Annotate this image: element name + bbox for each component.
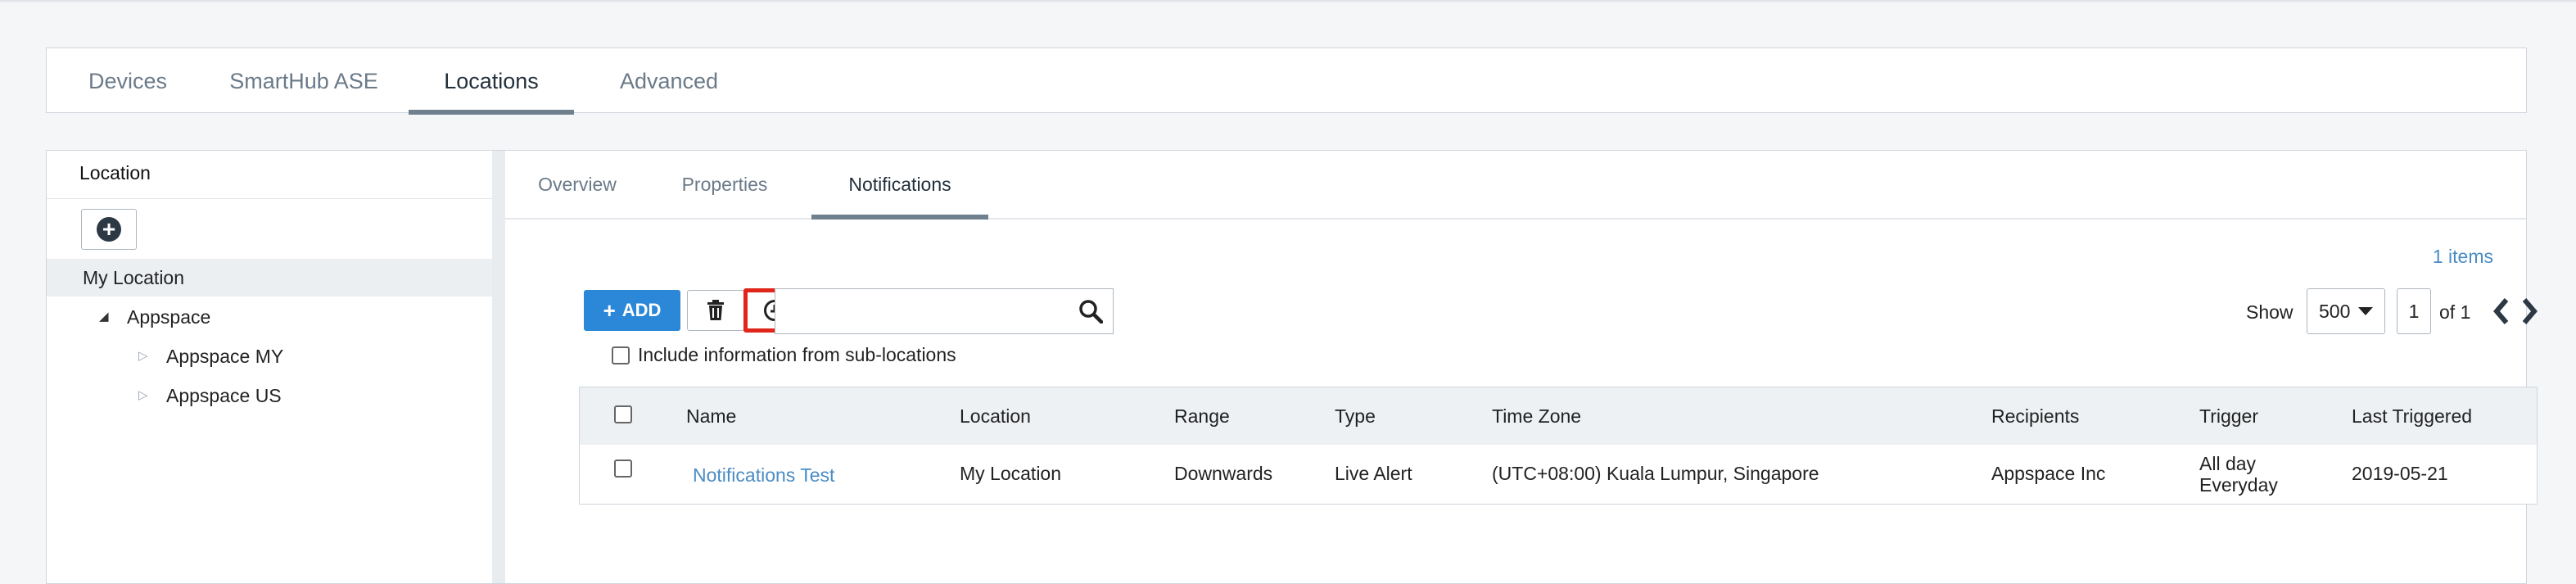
tab-notifications[interactable]: Notifications bbox=[811, 151, 988, 220]
tree-expanded-icon[interactable]: ◢ bbox=[99, 298, 109, 336]
tab-advanced[interactable]: Advanced bbox=[603, 48, 734, 114]
header-location[interactable]: Location bbox=[960, 405, 1031, 428]
delete-button[interactable] bbox=[687, 290, 744, 331]
tree-divider bbox=[47, 198, 492, 199]
cell-time-zone: (UTC+08:00) Kuala Lumpur, Singapore bbox=[1492, 463, 1819, 484]
items-count: 1 items bbox=[2432, 246, 2493, 267]
main-tab-bar: Devices SmartHub ASE Locations Advanced bbox=[46, 48, 2527, 115]
content-panel: Location + My Location ◢ Appspace ▷ Apps… bbox=[46, 150, 2538, 584]
tree-collapsed-icon[interactable]: ▷ bbox=[138, 337, 148, 375]
search-input[interactable] bbox=[775, 289, 1062, 332]
table-row[interactable]: Notifications Test My Location Downwards… bbox=[580, 445, 2537, 504]
search-field[interactable] bbox=[775, 288, 1114, 334]
page-total-label: of 1 bbox=[2439, 301, 2471, 323]
header-recipients[interactable]: Recipients bbox=[1991, 405, 2079, 428]
page-size-select[interactable]: 500 bbox=[2307, 288, 2385, 334]
include-sublocations-checkbox[interactable] bbox=[612, 346, 630, 364]
chevron-right-icon[interactable] bbox=[2518, 295, 2541, 328]
cell-location: My Location bbox=[960, 463, 1062, 484]
header-name[interactable]: Name bbox=[686, 405, 736, 428]
header-type[interactable]: Type bbox=[1335, 405, 1376, 428]
tree-item-appspace[interactable]: Appspace bbox=[127, 298, 210, 336]
add-location-button[interactable]: + bbox=[81, 209, 137, 250]
header-range[interactable]: Range bbox=[1174, 405, 1230, 428]
add-button-label: ADD bbox=[621, 300, 662, 320]
tree-item-appspace-us[interactable]: Appspace US bbox=[166, 377, 282, 414]
top-shadow bbox=[0, 0, 2576, 3]
tab-locations[interactable]: Locations bbox=[409, 48, 574, 115]
location-tree: Location + My Location ◢ Appspace ▷ Apps… bbox=[47, 151, 492, 583]
trigger-line2: Everyday bbox=[2199, 474, 2278, 496]
cell-last-triggered: 2019-05-21 bbox=[2352, 463, 2448, 484]
cell-recipients: Appspace Inc bbox=[1991, 463, 2106, 484]
tree-collapsed-icon[interactable]: ▷ bbox=[138, 377, 148, 414]
plus-icon: + bbox=[603, 297, 616, 323]
header-time-zone[interactable]: Time Zone bbox=[1492, 405, 1581, 428]
tree-item-my-location[interactable]: My Location bbox=[83, 259, 184, 297]
trash-icon bbox=[707, 300, 724, 320]
sub-tab-bar: Overview Properties Notifications bbox=[505, 151, 2526, 220]
row-checkbox[interactable] bbox=[614, 460, 632, 478]
notifications-panel: Overview Properties Notifications 1 item… bbox=[505, 151, 2538, 583]
tree-item-appspace-my[interactable]: Appspace MY bbox=[166, 337, 283, 375]
include-sublocations-row: Include information from sub-locations bbox=[612, 344, 956, 366]
tab-smarthub-ase[interactable]: SmartHub ASE bbox=[222, 48, 386, 114]
page-number-input[interactable]: 1 bbox=[2397, 288, 2431, 334]
tab-devices[interactable]: Devices bbox=[79, 48, 176, 114]
notification-name-link[interactable]: Notifications Test bbox=[693, 464, 834, 487]
show-label: Show bbox=[2246, 301, 2294, 323]
table-header: Name Location Range Type Time Zone Recip… bbox=[580, 387, 2537, 446]
cell-trigger: All day Everyday bbox=[2199, 453, 2278, 496]
plus-circle-icon: + bbox=[97, 217, 121, 242]
notifications-table: Name Location Range Type Time Zone Recip… bbox=[579, 387, 2538, 505]
search-icon[interactable] bbox=[1078, 299, 1103, 324]
select-all-checkbox[interactable] bbox=[614, 405, 632, 423]
header-trigger[interactable]: Trigger bbox=[2199, 405, 2258, 428]
page-size-value: 500 bbox=[2319, 300, 2351, 322]
add-button[interactable]: + ADD bbox=[584, 290, 680, 331]
tab-properties[interactable]: Properties bbox=[674, 151, 775, 218]
header-last-triggered[interactable]: Last Triggered bbox=[2352, 405, 2472, 428]
include-sublocations-label: Include information from sub-locations bbox=[638, 344, 956, 365]
tab-overview[interactable]: Overview bbox=[535, 151, 620, 218]
panel-divider bbox=[492, 151, 505, 583]
caret-down-icon bbox=[2358, 307, 2374, 315]
tree-title: Location bbox=[79, 162, 151, 183]
trigger-line1: All day bbox=[2199, 453, 2257, 474]
cell-type: Live Alert bbox=[1335, 463, 1412, 484]
chevron-left-icon[interactable] bbox=[2490, 295, 2513, 328]
cell-range: Downwards bbox=[1174, 463, 1273, 484]
